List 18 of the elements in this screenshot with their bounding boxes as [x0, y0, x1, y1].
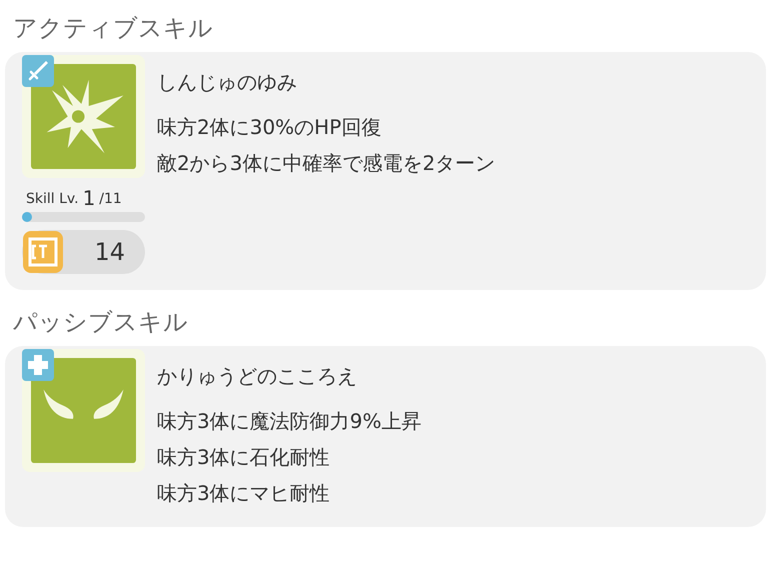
- lightning-burst-icon: [31, 64, 136, 169]
- plus-icon: [22, 349, 54, 381]
- skill-level-max: /11: [99, 190, 122, 209]
- skill-effect: 味方3体に魔法防御力9%上昇: [157, 408, 422, 435]
- skill-level-label: Skill Lv.: [26, 190, 79, 209]
- skill-effect: 敵2から3体に中確率で感電を2ターン: [157, 150, 496, 177]
- skill-name: かりゅうどのこころえ: [157, 363, 357, 390]
- ct-value: 14: [94, 237, 125, 268]
- skill-name: しんじゅのゆみ: [157, 69, 297, 96]
- ct-icon: [22, 230, 64, 274]
- eyes-icon: [31, 358, 136, 463]
- section-title: パッシブスキル: [12, 307, 189, 338]
- skill-effect: 味方3体に石化耐性: [157, 444, 330, 471]
- skill-effect: 味方3体にマヒ耐性: [157, 480, 330, 507]
- skill-effect: 味方2体に30%のHP回復: [157, 114, 382, 141]
- section-title: アクティブスキル: [12, 13, 214, 44]
- skill-level-current: 1: [82, 186, 96, 210]
- sword-icon: [22, 55, 54, 87]
